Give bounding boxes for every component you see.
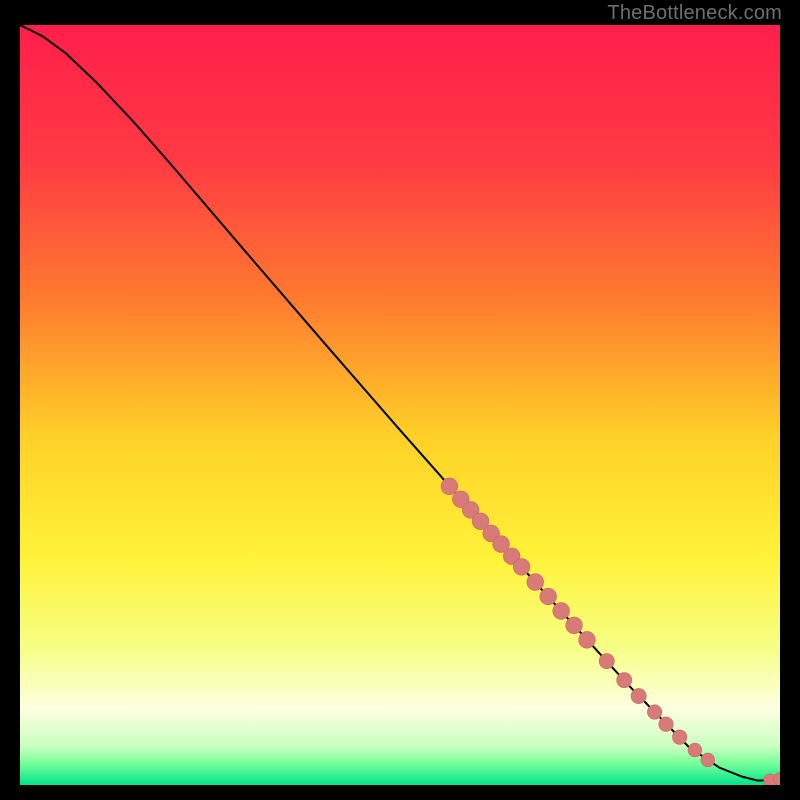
- chart-marker: [513, 559, 530, 576]
- chart-marker: [672, 730, 686, 744]
- chart-marker: [599, 654, 614, 669]
- chart-background: [20, 25, 780, 785]
- chart-marker: [631, 688, 646, 703]
- chart-marker: [527, 574, 544, 591]
- chart-marker: [617, 673, 632, 688]
- watermark-label: TheBottleneck.com: [607, 2, 782, 25]
- chart-marker: [688, 743, 702, 757]
- chart-marker: [701, 753, 715, 767]
- chart-marker: [647, 705, 661, 719]
- chart-svg: [20, 25, 780, 785]
- chart-marker: [579, 631, 596, 648]
- chart-marker: [659, 717, 673, 731]
- chart-marker: [540, 588, 557, 605]
- chart-marker: [553, 603, 570, 620]
- chart-marker: [566, 617, 583, 634]
- chart-stage: TheBottleneck.com: [0, 0, 800, 800]
- chart-marker: [441, 478, 458, 495]
- chart-plot-area: [20, 25, 780, 785]
